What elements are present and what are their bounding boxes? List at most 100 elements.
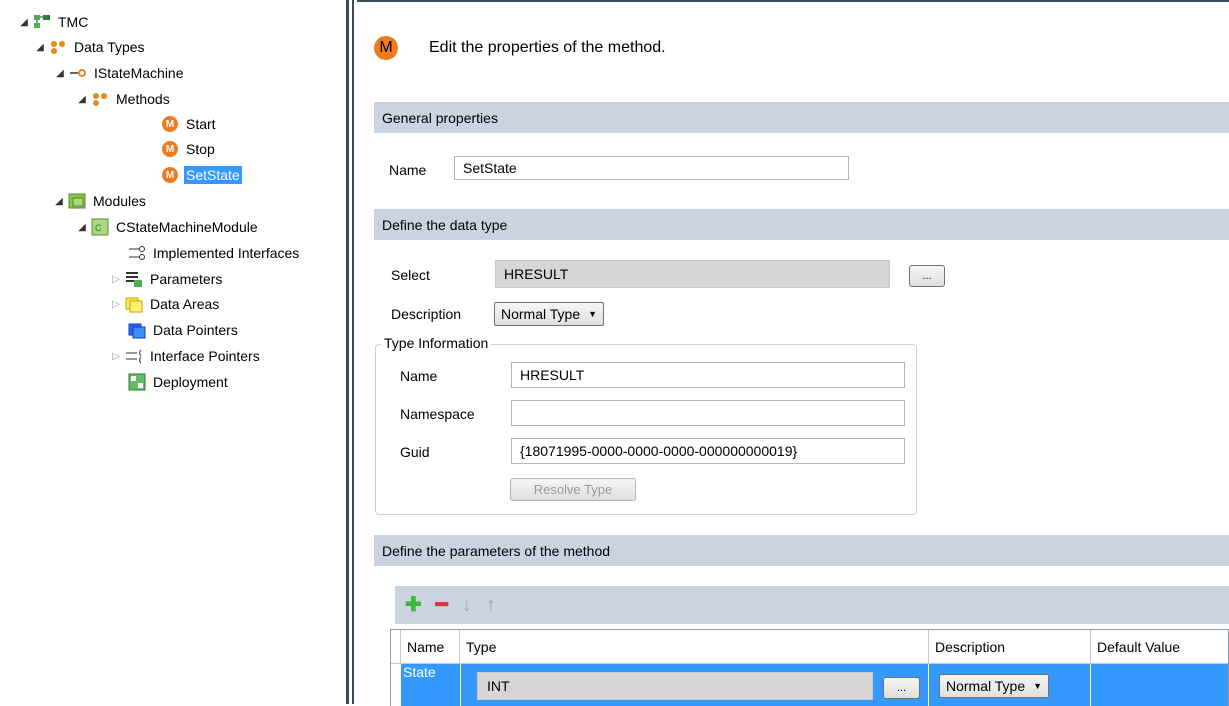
tree-node-stop[interactable]: M Stop	[161, 138, 217, 160]
name-input[interactable]: SetState	[454, 156, 849, 180]
column-header-description[interactable]: Description	[929, 630, 1091, 664]
tree-node-tmc[interactable]: ◢ TMC	[18, 11, 90, 33]
cell-divider	[460, 664, 461, 706]
expand-icon[interactable]: ▷	[110, 299, 122, 310]
row-header-cell	[391, 630, 401, 664]
ti-name-label: Name	[400, 368, 438, 384]
expand-icon[interactable]: ▷	[110, 274, 122, 285]
collapse-icon[interactable]: ◢	[54, 68, 66, 79]
module-icon: C	[91, 218, 109, 236]
chevron-down-icon: ▼	[588, 309, 598, 319]
add-icon[interactable]: ✚	[405, 595, 422, 615]
modules-icon	[68, 192, 86, 210]
svg-text:C: C	[95, 223, 102, 233]
tree-label: Parameters	[150, 271, 223, 287]
method-icon: M	[161, 140, 179, 158]
description-value: Normal Type	[501, 306, 581, 322]
interface-pointers-icon	[125, 347, 143, 365]
ti-name-input[interactable]: HRESULT	[511, 362, 905, 388]
tree-node-data-pointers[interactable]: Data Pointers	[128, 319, 240, 341]
tree-node-deployment[interactable]: Deployment	[128, 371, 230, 393]
resolve-type-button[interactable]: Resolve Type	[510, 478, 636, 501]
collapse-icon[interactable]: ◢	[76, 222, 88, 233]
methods-icon	[91, 90, 109, 108]
method-icon: M	[161, 166, 179, 184]
interface-icon	[69, 64, 87, 82]
tree-label: Interface Pointers	[150, 348, 260, 364]
chevron-down-icon: ▼	[1033, 681, 1043, 691]
tree-node-cstatemachinemodule[interactable]: ◢ C CStateMachineModule	[76, 216, 260, 238]
column-header-name[interactable]: Name	[401, 630, 460, 664]
tree-label: Deployment	[153, 374, 228, 390]
solution-tree[interactable]: ◢ TMC ◢ Data Types ◢ IStateMachine ◢ Met…	[0, 0, 346, 704]
move-up-icon[interactable]: ↑	[486, 595, 496, 615]
param-name-cell[interactable]: State	[403, 664, 436, 680]
cell-divider	[1090, 664, 1091, 706]
tree-label: IStateMachine	[94, 65, 184, 81]
section-general-properties: General properties	[374, 102, 1229, 133]
tree-label: Implemented Interfaces	[153, 245, 300, 261]
collapse-icon[interactable]: ◢	[34, 42, 46, 53]
tree-label: Data Types	[74, 39, 145, 55]
tree-label: TMC	[58, 14, 89, 30]
page-title: Edit the properties of the method.	[429, 39, 666, 56]
tree-node-start[interactable]: M Start	[161, 113, 218, 135]
tree-node-setstate[interactable]: M SetState	[161, 164, 242, 186]
param-browse-button[interactable]: ...	[883, 677, 920, 699]
section-parameters: Define the parameters of the method	[374, 535, 1229, 566]
table-row[interactable]: State INT ... Normal Type ▼	[401, 664, 1228, 706]
tree-label: Methods	[116, 91, 170, 107]
remove-icon[interactable]: ━	[436, 595, 448, 615]
column-header-default-value[interactable]: Default Value	[1091, 630, 1228, 664]
param-description-value: Normal Type	[946, 678, 1026, 694]
cell-divider	[928, 664, 929, 706]
data-pointers-icon	[128, 321, 146, 339]
description-dropdown[interactable]: Normal Type ▼	[494, 302, 605, 326]
data-areas-icon	[125, 295, 143, 313]
tree-label: Data Pointers	[153, 322, 238, 338]
tree-label: Stop	[186, 141, 215, 157]
ti-namespace-label: Namespace	[400, 406, 475, 422]
method-icon: M	[374, 36, 398, 60]
parameters-toolbar: ✚ ━ ↓ ↑	[395, 586, 1229, 624]
tree-label: Data Areas	[150, 296, 220, 312]
name-label: Name	[389, 162, 427, 178]
parameters-grid[interactable]: Name Type Description Default Value Stat…	[390, 629, 1229, 706]
ti-guid-label: Guid	[400, 444, 430, 460]
tree-node-interface-pointers[interactable]: ▷ Interface Pointers	[110, 345, 262, 367]
tree-node-istatemachine[interactable]: ◢ IStateMachine	[54, 62, 186, 84]
parameters-icon	[125, 270, 143, 288]
collapse-icon[interactable]: ◢	[18, 17, 30, 28]
expand-icon[interactable]: ▷	[110, 351, 122, 362]
tree-node-data-types[interactable]: ◢ Data Types	[34, 36, 147, 58]
tree-label: CStateMachineModule	[116, 219, 258, 235]
param-type-field[interactable]: INT	[477, 672, 873, 700]
ti-guid-input[interactable]: {18071995-0000-0000-0000-000000000019}	[511, 438, 905, 464]
tree-label: Start	[186, 116, 216, 132]
move-down-icon[interactable]: ↓	[462, 595, 472, 615]
tree-node-implemented-interfaces[interactable]: Implemented Interfaces	[128, 242, 301, 264]
browse-type-button[interactable]: ...	[909, 265, 945, 287]
interfaces-icon	[128, 244, 146, 262]
tree-label-selected: SetState	[184, 166, 242, 184]
select-type-field[interactable]: HRESULT	[495, 260, 890, 288]
method-icon: M	[161, 115, 179, 133]
tree-node-modules[interactable]: ◢ Modules	[53, 190, 148, 212]
tree-label: Modules	[93, 193, 146, 209]
param-description-dropdown[interactable]: Normal Type ▼	[939, 674, 1050, 698]
panel-splitter[interactable]	[346, 0, 354, 704]
tree-node-parameters[interactable]: ▷ Parameters	[110, 268, 224, 290]
collapse-icon[interactable]: ◢	[76, 94, 88, 105]
type-information-title: Type Information	[381, 335, 492, 351]
section-data-type: Define the data type	[374, 209, 1229, 240]
ti-namespace-input[interactable]	[511, 400, 905, 426]
tree-node-data-areas[interactable]: ▷ Data Areas	[110, 293, 221, 315]
column-header-type[interactable]: Type	[460, 630, 929, 664]
deployment-icon	[128, 373, 146, 391]
datatypes-icon	[49, 38, 67, 56]
tmc-icon	[33, 13, 51, 31]
description-label: Description	[391, 306, 462, 322]
select-label: Select	[391, 267, 430, 283]
tree-node-methods[interactable]: ◢ Methods	[76, 88, 172, 110]
collapse-icon[interactable]: ◢	[53, 196, 65, 207]
